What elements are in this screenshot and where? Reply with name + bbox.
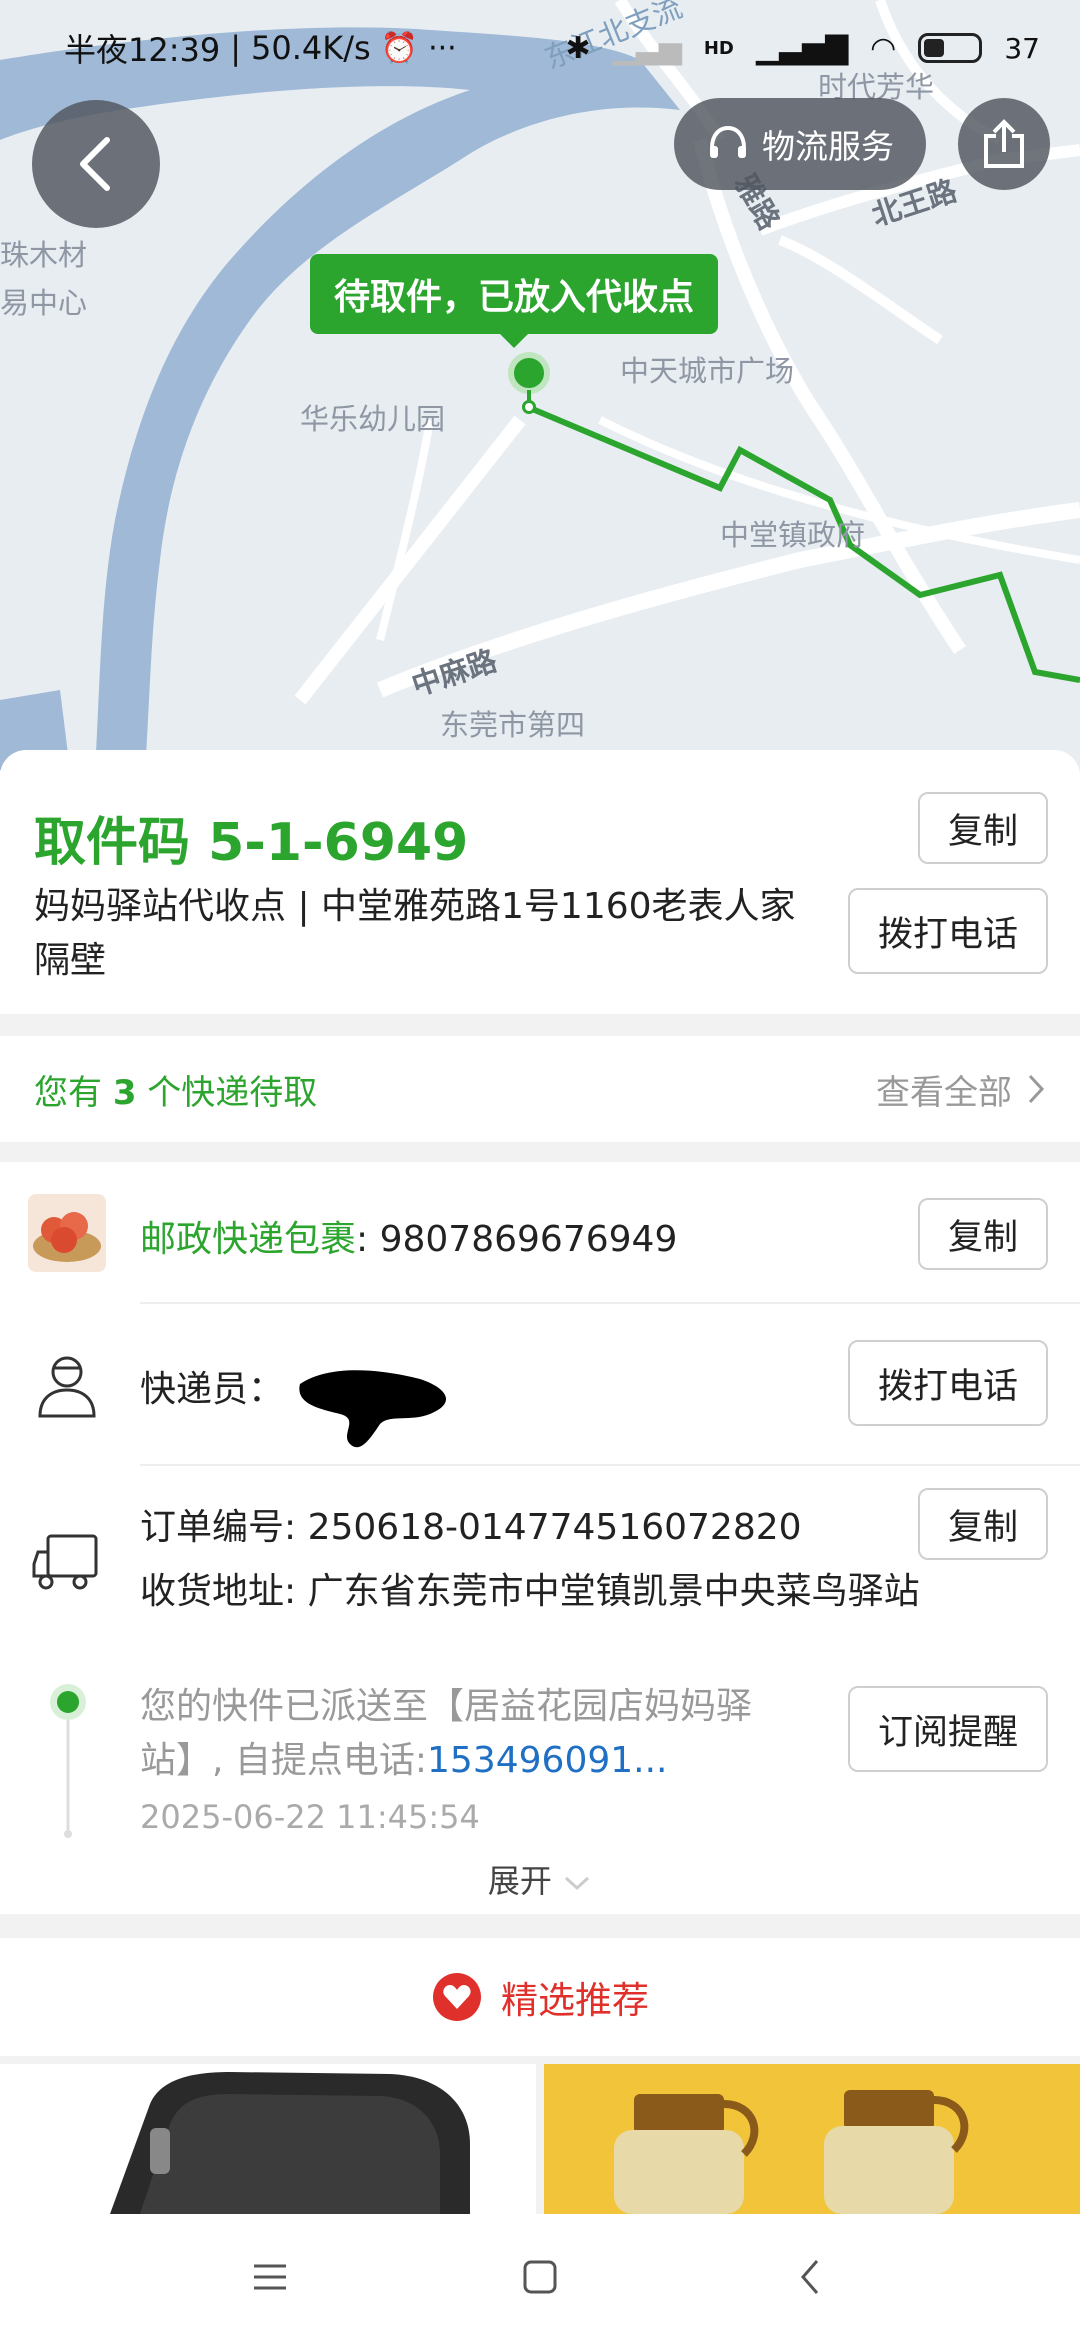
status-separator: | [230,29,242,67]
subscribe-reminder-button[interactable]: 订阅提醒 [848,1686,1048,1772]
courier-row: 快递员： 拨打电话 [0,1304,1080,1466]
home-square-icon [523,2260,557,2294]
more-dots-icon: ··· [428,30,457,66]
pending-count: 3 [112,1072,137,1113]
truck-icon [32,1534,98,1590]
recommend-title: 精选推荐 [501,1979,649,2022]
person-icon [38,1356,96,1418]
hd-badge: HD [703,37,734,59]
redaction-scribble [299,1370,447,1448]
courier-icon [28,1346,106,1424]
battery-icon [918,33,983,63]
parcel-info: 邮政快递包裹: 9807869676949 [140,1210,677,1262]
timeline-dot-icon [50,1684,86,1838]
share-button[interactable] [958,98,1050,190]
product-grid [0,2064,1080,2214]
chevron-down-icon [565,1876,590,1891]
bluetooth-icon: ✱ [565,30,591,66]
order-row: 订单编号: 250618-014774516072820 收货地址: 广东省东莞… [0,1466,1080,1650]
nav-back-button[interactable] [785,2252,835,2302]
pickup-code: 取件码 5-1-6949 [34,813,469,873]
map-label-kindergarten: 华乐幼儿园 [300,402,446,436]
map-view[interactable]: 东江北支流 时代芳华 北王路 珠木材 易中心 中天城市广场 华乐幼儿园 中堂镇政… [0,0,1080,770]
product-card[interactable] [544,2064,1080,2214]
map-label-town-gov: 中堂镇政府 [720,518,866,552]
tracking-number: : 9807869676949 [356,1219,678,1260]
status-speed: 50.4K/s [251,29,371,67]
pickup-phone-link[interactable]: 153496091... [427,1740,667,1781]
expand-label: 展开 [487,1862,552,1900]
timeline-message: 您的快件已派送至【居益花园店妈妈驿站】, 自提点电话:153496091... [140,1680,800,1788]
courier-label: 快递员： [140,1369,285,1410]
back-arrow-icon [801,2260,819,2294]
expand-toggle[interactable]: 展开 [0,1856,1080,1902]
pending-parcels-bar[interactable]: 您有 3 个快递待取 查看全部 [0,1036,1080,1142]
peach-image-icon [33,1212,101,1262]
product-image-oil-bottles [544,2064,1080,2214]
pickup-card: 取件码 5-1-6949 妈妈驿站代收点 | 中堂雅苑路1号1160老表人家隔壁… [0,750,1080,1014]
map-label-zhongtian: 中天城市广场 [620,354,795,388]
map-label-center: 易中心 [0,286,88,320]
truck-icon-wrap [28,1522,106,1600]
signal-weak-icon: ▁▃▅ [612,30,682,66]
share-icon [984,119,1024,168]
chevron-right-icon [1028,1074,1045,1104]
call-courier-button[interactable]: 拨打电话 [848,1340,1048,1426]
timeline-row[interactable]: 您的快件已派送至【居益花园店妈妈驿站】, 自提点电话:153496091... … [0,1670,1080,1850]
headset-icon [710,125,746,158]
location-pin-icon[interactable] [508,352,550,394]
menu-icon [254,2264,286,2290]
logistics-service-button[interactable]: 物流服务 [674,98,926,190]
view-all-label: 查看全部 [876,1072,1012,1113]
product-image-device [110,2072,470,2214]
logistics-service-label: 物流服务 [762,127,894,166]
call-station-button[interactable]: 拨打电话 [848,888,1048,974]
delivery-address: 收货地址: 广东省东莞市中堂镇凯景中央菜鸟驿站 [140,1571,920,1612]
wifi-icon: ◠ [870,30,897,66]
parcel-thumbnail [28,1194,106,1272]
heart-badge-icon [433,1973,481,2021]
pending-prefix: 您有 [34,1072,113,1113]
parcel-row: 邮政快递包裹: 9807869676949 复制 [0,1162,1080,1304]
status-bar: 半夜12:39 | 50.4K/s ⏰ ··· ✱ ▁▃▅ HD ▁▃▅▇ ◠ … [0,0,1080,96]
product-card[interactable] [0,2064,536,2214]
view-all-link[interactable]: 查看全部 [876,1065,1046,1114]
order-number: 订单编号: 250618-014774516072820 [140,1507,802,1548]
carrier-name: 邮政快递包裹 [140,1219,357,1260]
status-time: 半夜12:39 [64,31,221,69]
location-pin-foot [522,400,536,414]
pickup-address: 妈妈驿站代收点 | 中堂雅苑路1号1160老表人家隔壁 [34,886,796,981]
recommend-header: 精选推荐 [0,1938,1080,2056]
battery-level: 37 [1004,31,1040,65]
parcel-detail-card: 邮政快递包裹: 9807869676949 复制 快递员： 拨打电话 订单编号:… [0,1162,1080,1914]
system-nav-bar [0,2214,1080,2340]
map-label-mucai: 珠木材 [0,238,88,272]
map-label-school: 东莞市第四 [440,708,586,742]
pin-status-bubble: 待取件，已放入代收点 [310,254,719,348]
timeline-time: 2025-06-22 11:45:54 [140,1798,480,1836]
pending-suffix: 个快递待取 [136,1072,318,1113]
copy-tracking-button[interactable]: 复制 [918,1198,1048,1270]
copy-order-button[interactable]: 复制 [918,1488,1048,1560]
signal-icon: ▁▃▅▇ [755,30,849,66]
chevron-left-icon [80,137,110,191]
pending-count-text: 您有 3 个快递待取 [34,1065,876,1114]
copy-code-button[interactable]: 复制 [918,792,1048,864]
nav-home-button[interactable] [515,2252,565,2302]
back-button[interactable] [32,100,160,228]
nav-menu-button[interactable] [245,2252,295,2302]
alarm-icon: ⏰ [380,30,419,66]
